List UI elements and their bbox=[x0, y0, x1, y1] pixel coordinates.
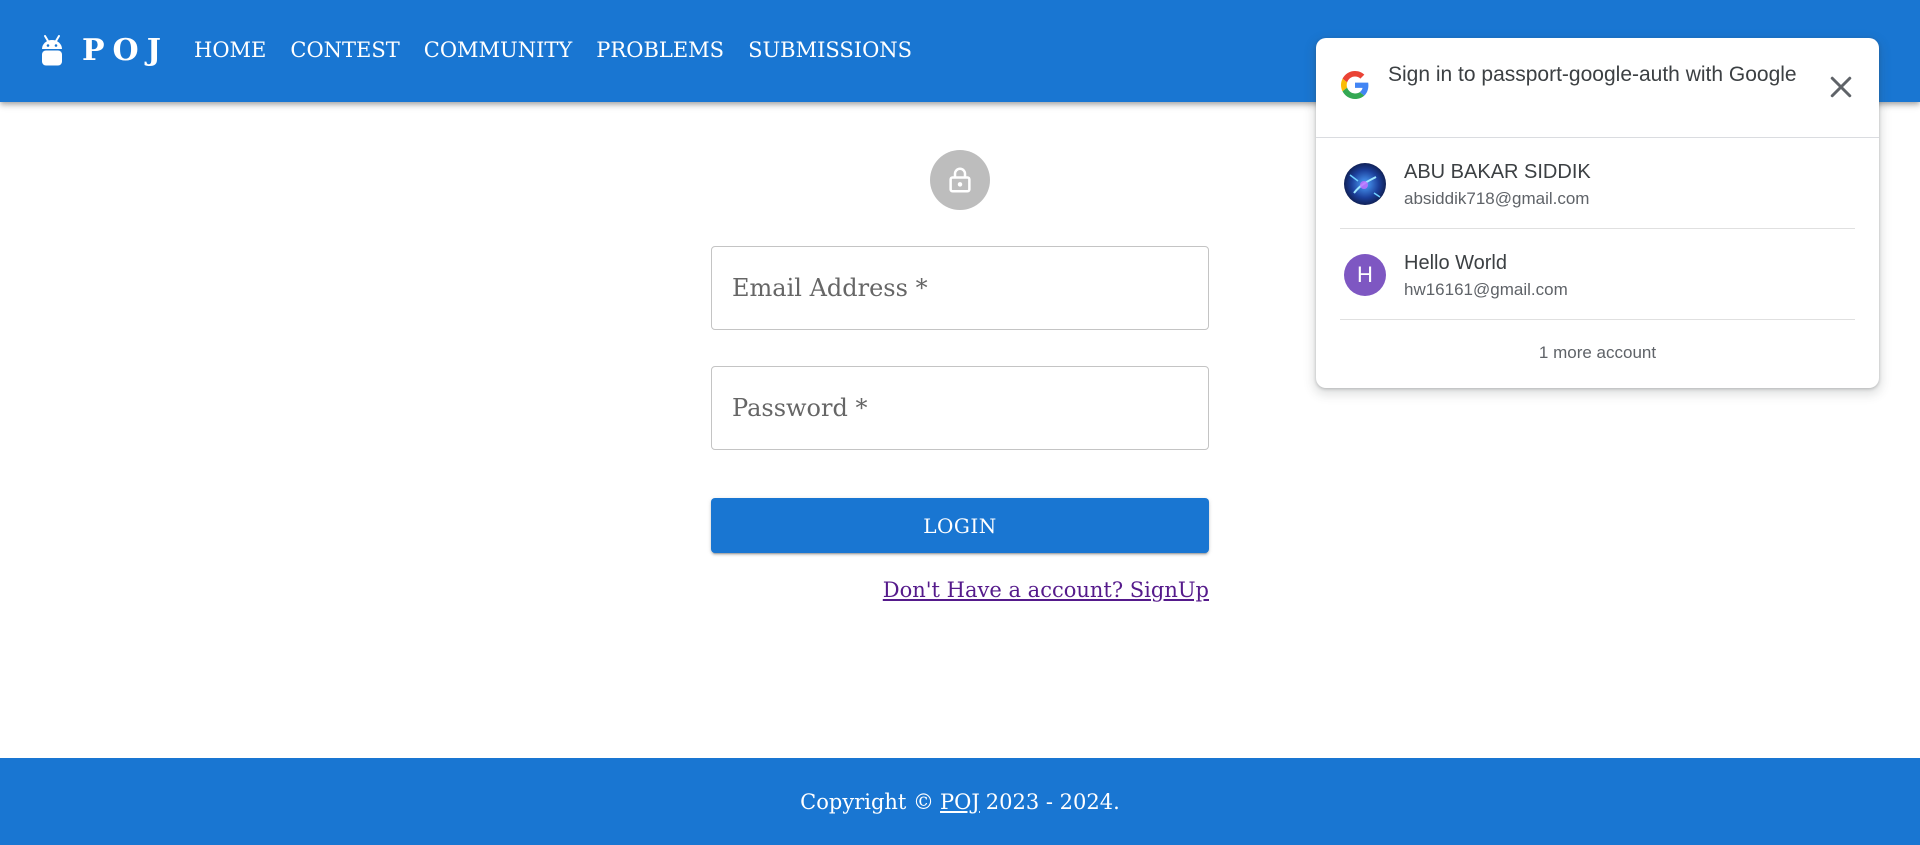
signup-link[interactable]: Don't Have a account? SignUp bbox=[883, 578, 1209, 602]
google-prompt-header: Sign in to passport-google-auth with Goo… bbox=[1316, 38, 1879, 138]
avatar-photo-icon bbox=[1344, 163, 1386, 205]
brand[interactable]: POJ bbox=[40, 30, 169, 70]
android-icon bbox=[42, 35, 62, 66]
account-name: ABU BAKAR SIDDIK bbox=[1404, 161, 1591, 183]
account-item[interactable]: H Hello World hw16161@gmail.com bbox=[1340, 230, 1855, 320]
google-signin-prompt: Sign in to passport-google-auth with Goo… bbox=[1316, 38, 1879, 388]
account-item[interactable]: ABU BAKAR SIDDIK absiddik718@gmail.com bbox=[1340, 139, 1855, 229]
account-name: Hello World bbox=[1404, 252, 1507, 274]
copyright-prefix: Copyright © bbox=[800, 789, 935, 814]
copyright-years: 2023 - 2024. bbox=[985, 789, 1120, 814]
nav-problems[interactable]: PROBLEMS bbox=[584, 34, 736, 66]
footer-brand-link[interactable]: POJ bbox=[940, 790, 980, 814]
password-field[interactable] bbox=[711, 366, 1209, 450]
account-email: absiddik718@gmail.com bbox=[1404, 189, 1590, 208]
login-button[interactable]: LOGIN bbox=[711, 498, 1209, 553]
email-input[interactable] bbox=[712, 247, 1208, 329]
nav-contest[interactable]: CONTEST bbox=[278, 34, 411, 66]
main-nav: HOME CONTEST COMMUNITY PROBLEMS SUBMISSI… bbox=[182, 34, 924, 66]
avatar: H bbox=[1344, 254, 1386, 296]
google-g-icon bbox=[1341, 71, 1369, 99]
nav-submissions[interactable]: SUBMISSIONS bbox=[736, 34, 924, 66]
lock-icon bbox=[949, 167, 971, 193]
lock-avatar bbox=[930, 150, 990, 210]
footer: Copyright © POJ 2023 - 2024. bbox=[0, 758, 1920, 845]
email-field[interactable] bbox=[711, 246, 1209, 330]
brand-name[interactable]: POJ bbox=[82, 33, 169, 68]
nav-home[interactable]: HOME bbox=[182, 34, 278, 66]
more-accounts-link[interactable]: 1 more account bbox=[1316, 328, 1879, 378]
nav-community[interactable]: COMMUNITY bbox=[412, 34, 585, 66]
google-prompt-title: Sign in to passport-google-auth with Goo… bbox=[1388, 63, 1797, 86]
avatar bbox=[1344, 163, 1386, 205]
close-icon[interactable] bbox=[1826, 72, 1856, 102]
password-input[interactable] bbox=[712, 367, 1208, 449]
account-email: hw16161@gmail.com bbox=[1404, 280, 1568, 299]
